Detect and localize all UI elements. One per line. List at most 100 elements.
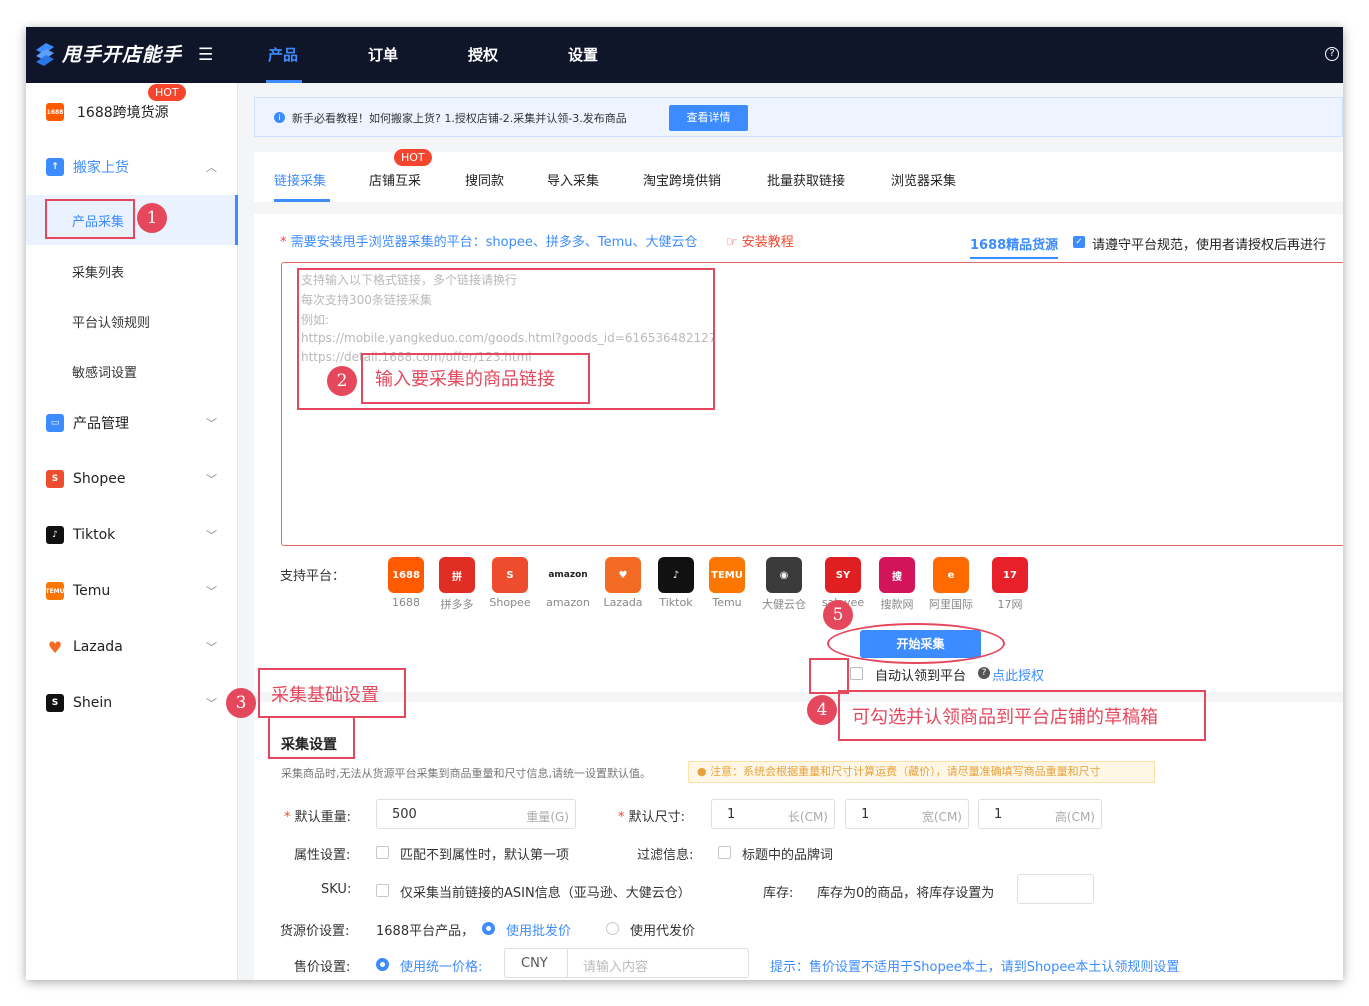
width-value: 1 [861,807,870,822]
sidebar-item-label: Shein [73,695,113,711]
info-icon: i [274,112,285,123]
nav-authorization[interactable]: 授权 [468,44,498,65]
sidebar-item-label: 搬家上货 [73,160,129,176]
menu-toggle-icon[interactable]: ☰ [198,45,213,65]
platform-name: 17网 [997,598,1023,611]
sidebar-item-tiktok[interactable]: ♪ Tiktok ﹀ [26,520,238,550]
help-icon[interactable]: ? [1325,47,1339,61]
app-logo[interactable]: 甩手开店能手 [32,40,182,67]
wholesale-radio[interactable] [482,922,495,935]
auto-claim-checkbox[interactable] [850,667,863,680]
annotation-number-5: 5 [823,600,853,630]
platform-name: 拼多多 [440,598,474,611]
tab-store-collect[interactable]: 店铺互采 [369,170,421,189]
best-source-tab[interactable]: 1688精品货源 [970,234,1058,253]
attr-checkbox[interactable] [376,846,389,859]
view-details-button[interactable]: 查看详情 [669,105,748,131]
tab-browser-collect[interactable]: 浏览器采集 [891,170,956,189]
warning-icon: ● [697,765,711,778]
sidebar-item-claim-rules[interactable]: 平台认领规则 [26,306,238,336]
annotation-box-1 [45,199,135,239]
platform-item: 拼拼多多 [432,557,482,612]
tutorial-text: 安装教程 [741,235,794,250]
platform-item: 搜搜款网 [872,557,922,612]
length-input[interactable]: 1 长(CM) [711,799,835,829]
tab-import-collect[interactable]: 导入采集 [547,170,599,189]
dropship-label: 使用代发价 [630,924,696,939]
price-input[interactable]: CNY 请输入内容 [504,948,749,978]
annotation-number-3: 3 [226,688,256,718]
platform-logo-icon: e [933,557,969,593]
uniform-price-radio[interactable] [376,958,389,971]
annotation-text-2: 输入要采集的商品链接 [375,369,555,390]
app-window: 甩手开店能手 ☰ 产品 订单 授权 设置 ? HOT 1688 1688跨境货源… [26,27,1343,980]
platform-name: Lazada [603,596,643,609]
nav-settings[interactable]: 设置 [568,44,598,65]
platform-item: ♪ Tiktok [651,557,701,609]
width-input[interactable]: 1 宽(CM) [845,799,969,829]
sku-checkbox[interactable] [376,884,389,897]
sidebar-item-shopee[interactable]: S Shopee ﹀ [26,464,238,494]
height-value: 1 [994,807,1003,822]
tab-batch-links[interactable]: 批量获取链接 [767,170,845,189]
platform-name: Temu [712,596,742,609]
sidebar-item-label: 产品管理 [73,416,129,432]
sidebar-item-label: Shopee [73,471,126,487]
chevron-down-icon: ﹀ [206,529,217,542]
authorize-link[interactable]: 点此授权 [992,665,1044,684]
sidebar-item-shein[interactable]: S Shein ﹀ [26,688,238,718]
sidebar-item-lazada[interactable]: ♥ Lazada ﹀ [26,632,238,662]
collect-settings-card: 采集设置 采集商品时,无法从货源平台采集到商品重量和尺寸信息,请统一设置默认值。… [254,702,1343,980]
filter-checkbox[interactable] [718,846,731,859]
platform-logo-icon: 17 [992,557,1028,593]
best-source-indicator [970,257,1058,259]
label-text: 默认重量: [294,810,352,825]
nav-products[interactable]: 产品 [268,44,298,65]
length-unit: 长(CM) [787,810,828,824]
platform-logo-icon: 拼 [439,557,475,593]
attr-option: 匹配不到属性时，默认第一项 [400,848,570,863]
weight-value: 500 [392,807,417,822]
tiktok-icon: ♪ [46,526,64,544]
platform-item: S Shopee [485,557,535,609]
install-tutorial-link[interactable]: ☞ 安装教程 [726,231,794,250]
tab-link-collect[interactable]: 链接采集 [274,170,326,189]
height-input[interactable]: 1 高(CM) [978,799,1102,829]
sidebar-item-1688-source[interactable]: 1688 1688跨境货源 [26,97,238,127]
uniform-price-label: 使用统一价格: [400,960,483,975]
annotation-ellipse-5 [827,623,1005,664]
chevron-up-icon: ︿ [206,161,217,174]
annotation-number-4: 4 [807,695,837,725]
sidebar-item-temu[interactable]: TEMU Temu ﹀ [26,576,238,606]
question-icon: ? [978,667,990,679]
filter-option: 标题中的品牌词 [742,848,834,863]
tab-taobao-supply[interactable]: 淘宝跨境供销 [643,170,721,189]
notice-bar: i 新手必看教程！如何搬家上货? 1.授权店铺-2.采集并认领-3.发布商品 查… [254,97,1343,137]
sidebar-item-label: 平台认领规则 [72,315,151,331]
currency-label: CNY [521,956,548,971]
weight-input[interactable]: 500 重量(G) [376,799,576,829]
tab-same-item[interactable]: 搜同款 [465,170,504,189]
sell-price-label: 售价设置: [294,960,351,975]
sidebar-item-sensitive-words[interactable]: 敏感词设置 [26,356,238,386]
stock-input[interactable] [1017,874,1094,904]
agree-checkbox[interactable]: ✓ [1073,236,1085,248]
shein-icon: S [46,694,64,712]
annotation-box-4 [809,658,849,694]
sku-option: 仅采集当前链接的ASIN信息（亚马逊、大健云仓） [400,886,691,901]
platform-item: TEMU Temu [702,557,752,609]
dropship-radio[interactable] [606,922,619,935]
sidebar-group-migration[interactable]: ↑ 搬家上货 ︿ [26,152,238,182]
platform-name: amazon [546,596,590,609]
upload-icon: ↑ [46,158,64,176]
platform-name: 搜款网 [880,598,914,611]
platform-logo-icon: TEMU [709,557,745,593]
sidebar-item-collect-list[interactable]: 采集列表 [26,256,238,286]
nav-orders[interactable]: 订单 [368,44,398,65]
hand-point-icon: ☞ [726,235,742,250]
sidebar-item-product-manage[interactable]: ▭ 产品管理 ﹀ [26,408,238,438]
height-unit: 高(CM) [1054,810,1095,824]
platform-item: ◉ 大健云仓 [759,557,809,612]
notice-text: 新手必看教程！如何搬家上货? 1.授权店铺-2.采集并认领-3.发布商品 [292,112,627,125]
price-placeholder: 请输入内容 [583,960,649,975]
